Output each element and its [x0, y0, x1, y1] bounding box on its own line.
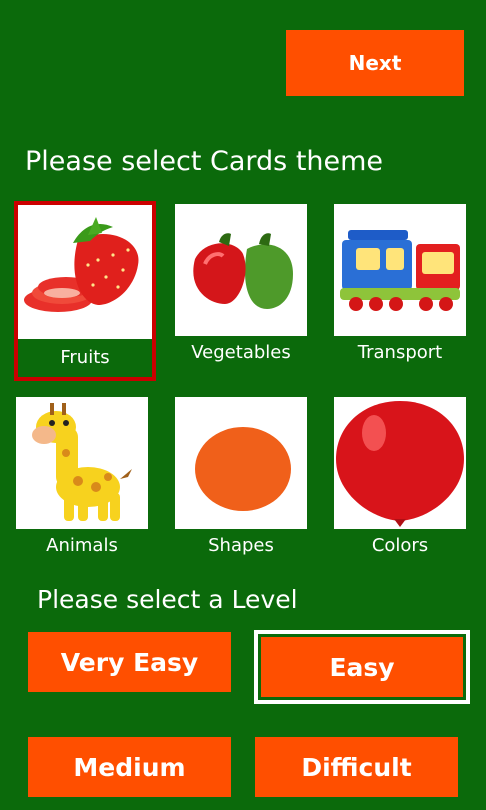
level-very-easy-button[interactable]: Very Easy — [28, 632, 231, 692]
theme-card-label: Vegetables — [191, 342, 291, 363]
theme-card-transport[interactable]: Transport — [334, 204, 466, 363]
theme-card-colors[interactable]: Colors — [334, 397, 466, 556]
giraffe-icon — [16, 397, 148, 529]
bell-peppers-icon — [175, 204, 307, 336]
theme-card-label: Colors — [371, 535, 429, 556]
theme-card-animals[interactable]: Animals — [16, 397, 148, 556]
strawberry-icon — [18, 205, 152, 339]
theme-card-shapes[interactable]: Shapes — [175, 397, 307, 556]
theme-card-vegetables[interactable]: Vegetables — [175, 204, 307, 363]
level-difficult-button[interactable]: Difficult — [255, 737, 458, 797]
theme-section-title: Please select Cards theme — [25, 146, 384, 177]
level-easy-button[interactable]: Easy — [254, 630, 470, 704]
level-section-title: Please select a Level — [37, 585, 298, 614]
next-button[interactable]: Next — [286, 30, 464, 96]
red-balloon-icon — [334, 397, 466, 529]
theme-card-label: Transport — [357, 342, 443, 363]
theme-card-label: Fruits — [60, 347, 110, 368]
toy-train-icon — [334, 204, 466, 336]
theme-card-label: Shapes — [208, 535, 274, 556]
theme-card-fruits[interactable]: Fruits — [14, 201, 156, 381]
level-medium-button[interactable]: Medium — [28, 737, 231, 797]
orange-circle-icon — [175, 397, 307, 529]
theme-card-label: Animals — [46, 535, 118, 556]
